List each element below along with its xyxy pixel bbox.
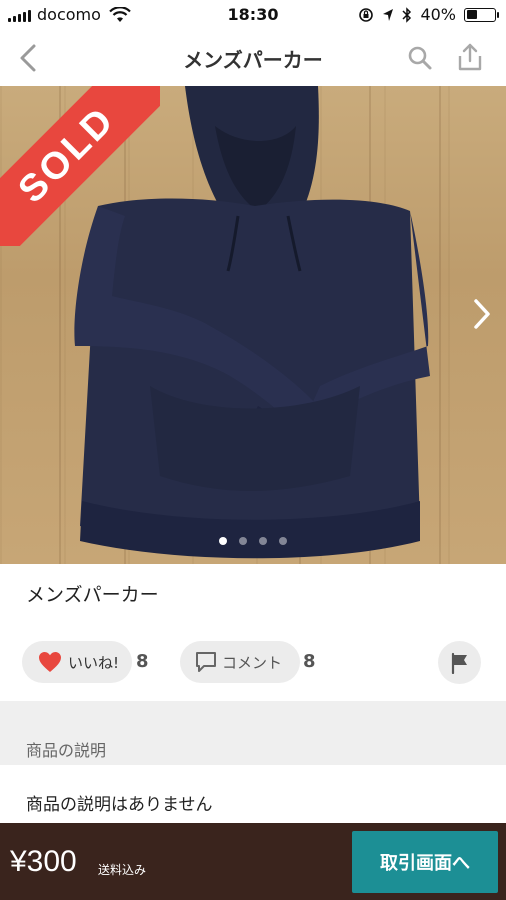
pagination-dot-active[interactable] (219, 537, 227, 545)
item-name: メンズパーカー (26, 584, 159, 606)
comment-label: コメント (222, 653, 283, 672)
comment-button[interactable]: コメント (180, 641, 300, 683)
nav-bar: メンズパーカー (0, 30, 506, 86)
shipping-label: 送料込み (98, 863, 147, 877)
sold-ribbon: SOLD (0, 86, 160, 246)
like-count: 8 (136, 651, 149, 672)
price: ¥300 (10, 845, 77, 878)
sold-band: SOLD (0, 86, 160, 246)
bluetooth-icon (402, 6, 412, 23)
comment-count: 8 (303, 651, 316, 672)
trade-button-label: 取引画面へ (380, 853, 470, 874)
share-button[interactable] (454, 40, 486, 74)
bottom-bar: ¥300 送料込み 取引画面へ (0, 823, 506, 900)
battery-level (466, 10, 478, 19)
comment-icon (196, 652, 216, 672)
pagination-dot[interactable] (239, 537, 247, 545)
report-button[interactable] (438, 641, 481, 684)
description-body: 商品の説明はありません (26, 795, 213, 815)
rotation-lock-icon (359, 7, 374, 22)
flag-icon (451, 652, 467, 674)
photo-pagination (0, 537, 506, 545)
battery-icon (464, 7, 499, 22)
product-photo[interactable]: SOLD (0, 86, 506, 564)
location-icon (383, 8, 394, 21)
search-icon (408, 46, 432, 70)
battery-percent: 40% (420, 5, 456, 24)
sold-badge: SOLD (10, 98, 124, 212)
next-photo-button[interactable] (470, 296, 494, 332)
status-bar: docomo 18:30 40% (0, 0, 506, 30)
action-row: いいね! 8 コメント 8 (0, 641, 506, 685)
heart-icon (39, 652, 61, 672)
like-button[interactable]: いいね! (22, 641, 132, 683)
like-label: いいね! (68, 653, 120, 672)
chevron-right-icon (474, 299, 490, 329)
pagination-dot[interactable] (259, 537, 267, 545)
search-button[interactable] (404, 42, 436, 74)
description-title: 商品の説明 (26, 741, 107, 760)
share-icon (458, 43, 482, 71)
description-header: 商品の説明 (0, 701, 506, 765)
pagination-dot[interactable] (279, 537, 287, 545)
trade-screen-button[interactable]: 取引画面へ (352, 831, 498, 893)
status-right: 40% (358, 5, 499, 24)
